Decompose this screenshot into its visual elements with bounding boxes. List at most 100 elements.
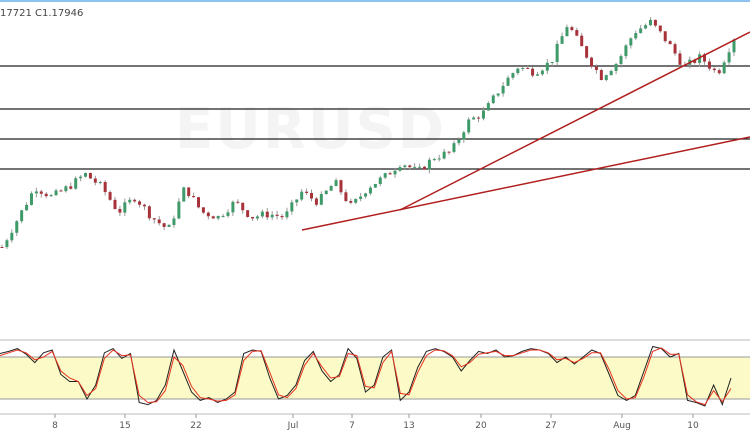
x-tick-label: 7 — [349, 421, 355, 430]
candle — [295, 199, 299, 203]
x-tick-label: 22 — [190, 421, 201, 430]
candle — [108, 192, 112, 200]
x-tick-label: 15 — [119, 421, 130, 430]
candle — [590, 57, 594, 67]
candle — [442, 151, 446, 159]
candle — [192, 196, 196, 198]
candle — [457, 139, 461, 144]
candle — [236, 201, 240, 203]
candle — [334, 180, 338, 187]
candle — [560, 36, 564, 44]
candle — [575, 30, 579, 36]
candle — [648, 19, 652, 26]
candle — [398, 167, 402, 171]
candle — [501, 85, 505, 94]
candle — [265, 211, 269, 218]
candle — [516, 68, 520, 74]
candle — [614, 64, 618, 71]
candle — [260, 211, 264, 217]
candle — [624, 45, 628, 57]
candle — [5, 240, 9, 248]
candle — [290, 202, 294, 212]
candle — [486, 103, 490, 111]
candle — [329, 186, 333, 191]
candle — [128, 199, 132, 203]
candle — [29, 193, 33, 205]
candle — [594, 66, 598, 71]
candle — [668, 41, 672, 45]
candle — [113, 199, 117, 209]
candle — [206, 212, 210, 217]
candle — [197, 197, 201, 208]
candle — [39, 191, 43, 194]
candle — [69, 186, 73, 189]
candle — [201, 207, 205, 213]
candle — [364, 193, 368, 197]
candle — [477, 117, 481, 119]
x-tick-label: 27 — [545, 421, 556, 430]
candle — [49, 195, 53, 197]
candle — [678, 53, 682, 65]
candle — [275, 214, 279, 216]
candle — [0, 247, 4, 248]
candle — [526, 67, 530, 69]
candle — [378, 177, 382, 184]
candle — [619, 56, 623, 65]
candle — [550, 61, 554, 63]
candle — [54, 190, 58, 196]
candle — [88, 172, 92, 179]
x-tick-label: 13 — [403, 421, 414, 430]
candle — [712, 68, 716, 71]
candle — [658, 25, 662, 32]
candle — [59, 190, 63, 192]
price-chart[interactable]: 8 15 22 Jul 7 13 20 27 Aug 10 — [0, 2, 750, 430]
candle — [644, 25, 648, 29]
candle — [408, 165, 412, 168]
candle — [241, 202, 245, 211]
candle — [152, 218, 156, 220]
candle — [472, 117, 476, 120]
candle — [324, 190, 328, 195]
candle — [604, 75, 608, 81]
candle — [717, 70, 721, 74]
candle — [545, 62, 549, 71]
candle — [270, 214, 274, 218]
chart-window[interactable]: 17721 C1.17946 EURUSD 8 15 22 Jul 7 13 20 27 Aug… — [0, 0, 750, 430]
candle — [285, 211, 289, 218]
candle — [167, 224, 171, 227]
candle — [609, 70, 613, 76]
candle — [305, 191, 309, 193]
candle — [462, 132, 466, 140]
candle — [555, 43, 559, 62]
candle — [437, 158, 441, 160]
candle — [585, 46, 589, 58]
candle — [118, 208, 122, 213]
candle — [25, 204, 29, 211]
candle — [216, 215, 220, 219]
candle — [653, 19, 657, 26]
candle — [344, 192, 348, 202]
candle — [15, 221, 19, 233]
candle — [20, 210, 24, 222]
candle — [93, 178, 97, 183]
x-tick-label: 8 — [52, 421, 58, 430]
candle — [157, 219, 161, 224]
trendline — [399, 31, 750, 211]
candle — [98, 181, 102, 183]
candle — [393, 170, 397, 175]
candle — [339, 180, 343, 193]
candle — [496, 93, 500, 96]
candle — [722, 62, 726, 74]
candle — [570, 27, 574, 31]
candle — [565, 27, 569, 37]
candle — [467, 119, 471, 133]
candle — [422, 166, 426, 170]
candle — [34, 191, 38, 194]
candle — [44, 193, 48, 197]
candle — [103, 181, 107, 193]
candle — [74, 178, 78, 189]
candle — [133, 199, 137, 202]
candle — [177, 201, 181, 219]
candle — [418, 166, 422, 168]
candle — [540, 70, 544, 75]
